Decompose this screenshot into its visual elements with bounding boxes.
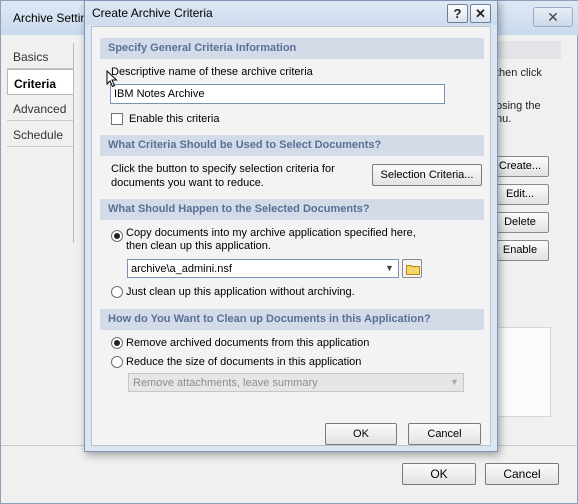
create-criteria-button[interactable]: Create... bbox=[491, 156, 549, 177]
reduce-size-label: Reduce the size of documents in this app… bbox=[126, 356, 362, 368]
reduce-option-value: Remove attachments, leave summary bbox=[133, 377, 318, 389]
dialog-body: Specify General Criteria Information Des… bbox=[91, 26, 491, 446]
archive-settings-title: Archive Settin bbox=[13, 11, 88, 25]
remove-archived-radio[interactable] bbox=[111, 337, 123, 349]
copy-documents-radio[interactable] bbox=[111, 230, 123, 242]
edit-criteria-button[interactable]: Edit... bbox=[491, 184, 549, 205]
copy-documents-label-line1: Copy documents into my archive applicati… bbox=[126, 227, 416, 239]
section-cleanup-heading: How do You Want to Clean up Documents in… bbox=[100, 309, 484, 330]
settings-ok-button[interactable]: OK bbox=[402, 463, 476, 485]
settings-cancel-button[interactable]: Cancel bbox=[485, 463, 559, 485]
tab-criteria[interactable]: Criteria bbox=[7, 69, 73, 95]
enable-criteria-label: Enable this criteria bbox=[129, 113, 220, 125]
copy-documents-label-line2: then clean up this application. bbox=[126, 240, 271, 252]
selection-criteria-button[interactable]: Selection Criteria... bbox=[372, 164, 482, 186]
folder-icon bbox=[406, 265, 420, 275]
archive-path-value: archive\a_admini.nsf bbox=[131, 263, 232, 275]
archive-path-combo[interactable]: archive\a_admini.nsf ▼ bbox=[127, 259, 399, 278]
settings-tab-list: Basics Criteria Advanced Schedule bbox=[7, 43, 73, 147]
dialog-titlebar: Create Archive Criteria ? ✕ bbox=[85, 1, 497, 25]
dialog-ok-button[interactable]: OK bbox=[325, 423, 397, 445]
reduce-size-radio[interactable] bbox=[111, 356, 123, 368]
instruction-fragment-3: nu. bbox=[496, 113, 512, 125]
mouse-cursor-icon bbox=[106, 70, 118, 88]
section-selection-heading: What Criteria Should be Used to Select D… bbox=[100, 135, 484, 156]
instruction-fragment-2: osing the bbox=[496, 100, 541, 112]
tab-divider bbox=[73, 43, 74, 243]
instruction-fragment-1: then click bbox=[496, 67, 542, 79]
criteria-details-box bbox=[489, 327, 551, 417]
help-button[interactable]: ? bbox=[447, 4, 468, 23]
dialog-title: Create Archive Criteria bbox=[92, 6, 213, 20]
criteria-name-label: Descriptive name of these archive criter… bbox=[111, 66, 313, 78]
enable-criteria-checkbox[interactable] bbox=[111, 113, 123, 125]
archive-settings-close-button[interactable]: ✕ bbox=[533, 7, 573, 27]
delete-criteria-button[interactable]: Delete bbox=[491, 212, 549, 233]
selection-description-line1: Click the button to specify selection cr… bbox=[111, 163, 335, 175]
tab-schedule[interactable]: Schedule bbox=[7, 121, 73, 147]
dialog-close-button[interactable]: ✕ bbox=[470, 4, 491, 23]
just-cleanup-label: Just clean up this application without a… bbox=[126, 286, 355, 298]
criteria-name-input[interactable]: IBM Notes Archive bbox=[110, 84, 445, 104]
create-archive-criteria-dialog: Create Archive Criteria ? ✕ Specify Gene… bbox=[84, 0, 498, 452]
just-cleanup-radio[interactable] bbox=[111, 286, 123, 298]
enable-criteria-button[interactable]: Enable bbox=[491, 240, 549, 261]
tab-advanced[interactable]: Advanced bbox=[7, 95, 73, 121]
chevron-down-icon: ▼ bbox=[450, 377, 459, 387]
chevron-down-icon: ▼ bbox=[385, 263, 394, 273]
tab-basics[interactable]: Basics bbox=[7, 43, 73, 69]
dialog-cancel-button[interactable]: Cancel bbox=[408, 423, 481, 445]
remove-archived-label: Remove archived documents from this appl… bbox=[126, 337, 370, 349]
selection-description-line2: documents you want to reduce. bbox=[111, 177, 264, 189]
section-action-heading: What Should Happen to the Selected Docum… bbox=[100, 199, 484, 220]
browse-folder-button[interactable] bbox=[402, 259, 422, 278]
reduce-option-select[interactable]: Remove attachments, leave summary ▼ bbox=[128, 373, 464, 392]
section-general-info-heading: Specify General Criteria Information bbox=[100, 38, 484, 59]
